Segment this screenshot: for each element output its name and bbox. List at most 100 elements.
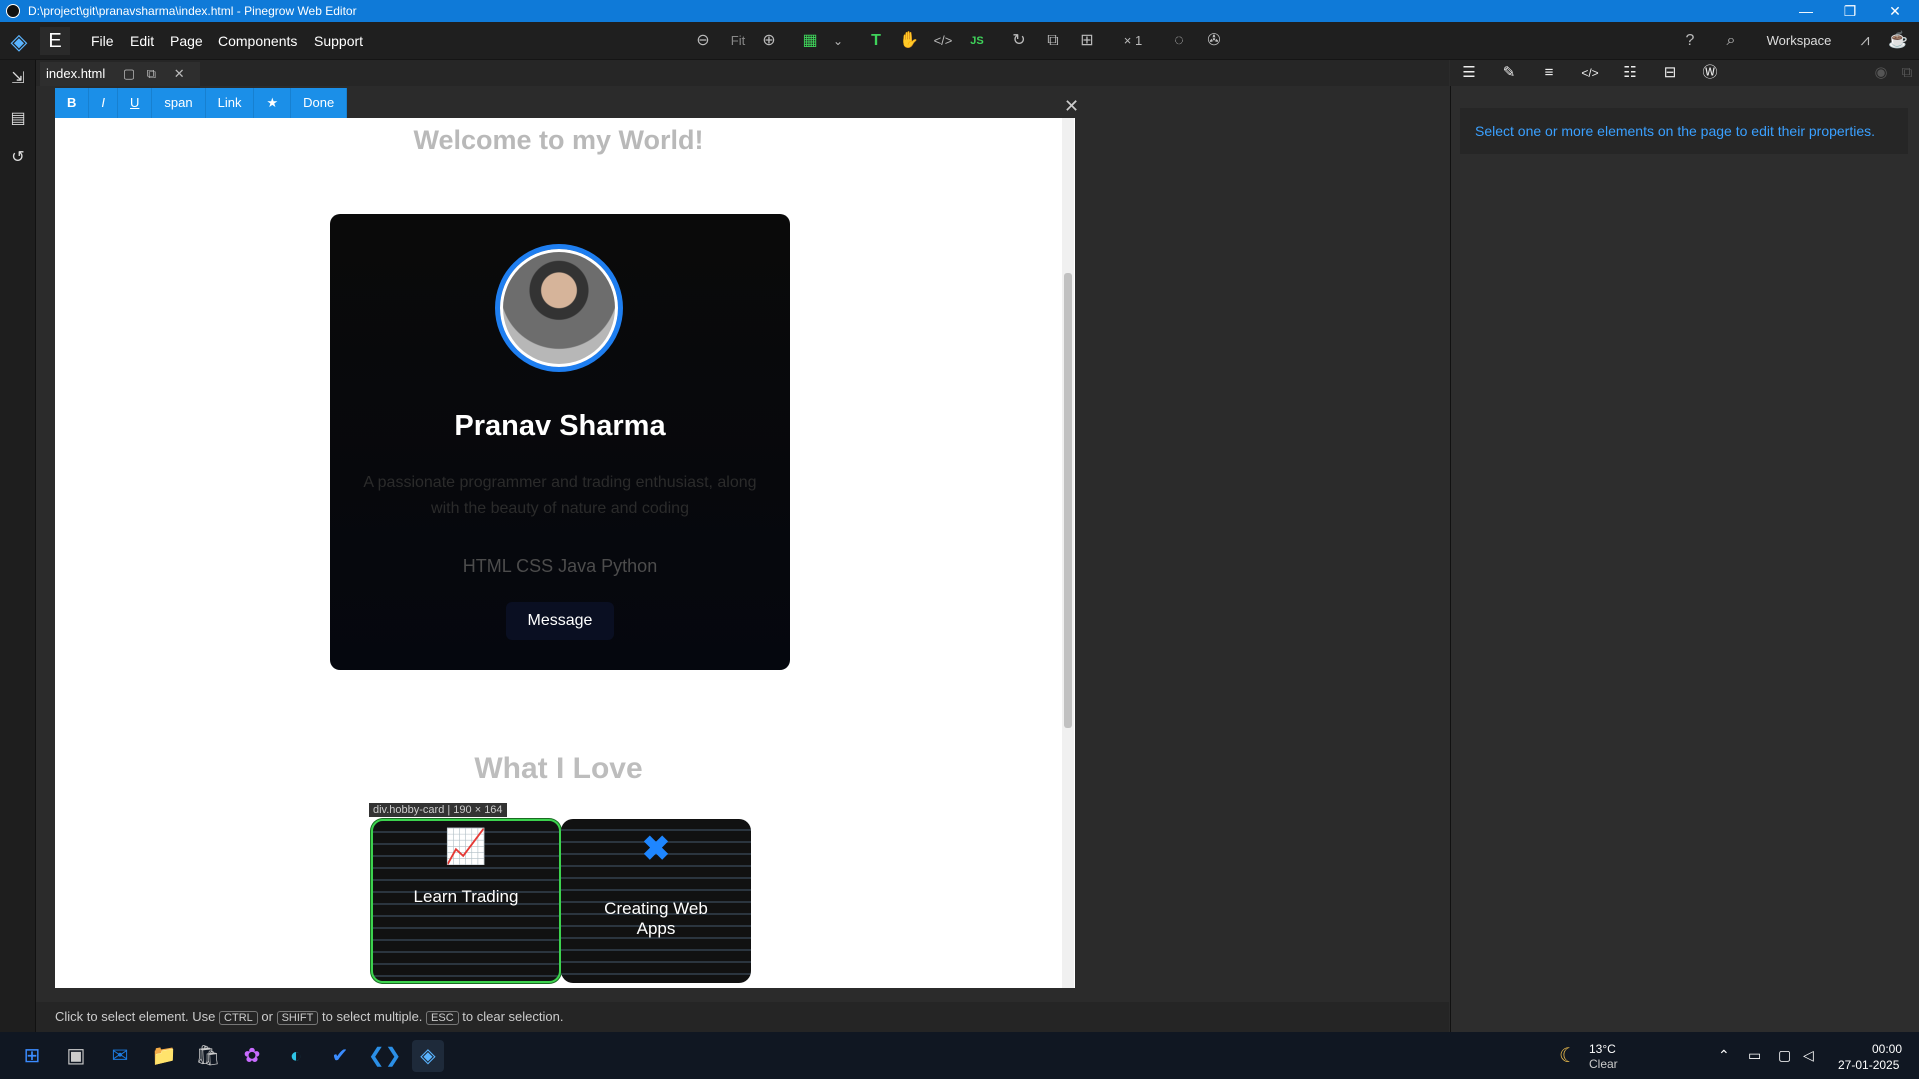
volume-icon[interactable]: ◁ [1803,1047,1814,1064]
hobby-label: Creating Web Apps [604,899,708,938]
menu-edit[interactable]: Edit [130,33,154,49]
profile-name: Pranav Sharma [454,410,666,442]
italic-button[interactable]: I [89,88,119,118]
clock-time[interactable]: 00:00 [1872,1042,1902,1056]
javascript-icon[interactable]: JS [965,30,989,52]
status-post: to clear selection. [462,1009,564,1024]
selection-badge: div.hobby-card | 190 × 164 [369,803,507,817]
pinegrow-logo-icon[interactable]: ◈ [6,29,32,55]
task-view-icon[interactable]: ▣ [60,1040,92,1072]
editor-mode-button[interactable]: E [40,27,70,55]
hand-icon[interactable]: ✋ [897,30,921,52]
window-title: D:\project\git\pranavsharma\index.html -… [28,4,357,18]
settings-wheel-icon[interactable]: ✇ [1202,30,1226,52]
visibility-icon[interactable]: ◉ [1868,62,1894,84]
profile-bio: A passionate programmer and trading enth… [363,474,757,517]
hide-icon[interactable]: ◌ [1167,30,1191,52]
refresh-icon[interactable]: ↻ [1007,30,1031,52]
copilot-icon[interactable]: ✿ [236,1040,268,1072]
single-view-icon[interactable]: ▢ [123,66,135,81]
link-button[interactable]: Link [206,88,255,118]
edge-icon[interactable]: ◐ [280,1040,312,1072]
todo-icon[interactable]: ✔ [324,1040,356,1072]
profile-card[interactable]: Pranav Sharma A passionate programmer an… [330,214,790,670]
start-icon[interactable]: ⊞ [16,1040,48,1072]
zoom-out-icon[interactable]: ⊖ [691,30,715,52]
status-mid: to select multiple. [321,1009,423,1024]
file-tab-name: index.html [46,66,106,81]
detach-icon[interactable]: ⧉ [1894,62,1919,84]
star-button[interactable]: ★ [254,88,292,118]
avatar [495,244,623,372]
welcome-heading: Welcome to my World! [413,125,704,155]
done-button[interactable]: Done [291,88,348,118]
close-window-button[interactable]: ✕ [1875,0,1915,22]
responsive-icon[interactable]: ⊞ [1075,30,1099,52]
weather-temp: 13°C [1589,1042,1616,1056]
layout-grid-icon[interactable]: ▦ [798,30,822,52]
tools-icon: ✖ [641,830,671,868]
store-icon[interactable]: 🛍 [192,1040,224,1072]
menu-file[interactable]: File [91,33,114,49]
outlook-icon[interactable]: ✉ [104,1040,136,1072]
title-bar: D:\project\git\pranavsharma\index.html -… [0,0,1919,22]
keyboard-icon[interactable]: ▭ [1748,1047,1761,1064]
status-or: or [261,1009,273,1024]
menu-page[interactable]: Page [170,33,203,49]
message-button[interactable]: Message [506,602,614,640]
rich-text-toolbar: B I U span Link ★ Done [55,88,348,118]
weather-condition: Clear [1589,1057,1618,1071]
canvas-scrollbar[interactable] [1062,118,1074,988]
hobby-card[interactable]: ✖ Creating Web Apps [561,819,751,983]
bold-button[interactable]: B [55,88,90,118]
code-icon[interactable]: </> [931,30,955,52]
help-icon[interactable]: ? [1678,30,1702,52]
shift-key: SHIFT [276,1011,319,1025]
text-edit-icon[interactable]: T [864,30,888,52]
minimize-button[interactable]: — [1786,0,1826,22]
preview-icon[interactable]: ⧉ [1041,30,1065,52]
open-file-icon[interactable]: ⇲ [6,67,30,91]
file-tab[interactable]: index.html ▢ ⧉ ✕ [40,62,200,86]
zoom-multiplier[interactable]: × 1 [1118,30,1148,52]
app-icon [6,4,20,18]
search-icon[interactable]: ⌕ [1719,30,1743,52]
zoom-in-icon[interactable]: ⊕ [757,30,781,52]
wordpress-icon[interactable]: Ⓦ [1697,62,1723,84]
scroll-thumb[interactable] [1064,273,1072,728]
restore-button[interactable]: ❐ [1830,0,1870,22]
zoom-fit-button[interactable]: Fit [726,30,750,52]
cup-icon[interactable]: ☕ [1886,30,1910,52]
chevron-down-icon[interactable]: ⌄ [826,30,850,52]
weather-moon-icon: ☾ [1559,1045,1577,1067]
section-title: What I Love [474,752,643,785]
undo-history-icon[interactable]: ↺ [6,146,30,170]
vscode-icon[interactable]: ❮❯ [368,1040,402,1072]
close-tab-icon[interactable]: ✕ [174,66,185,81]
pinegrow-taskbar-icon[interactable]: ◈ [412,1040,444,1072]
library-panel-icon[interactable]: ⊟ [1657,62,1683,84]
new-window-icon[interactable]: ⧉ [147,66,156,81]
hobby-card[interactable]: 📈 Learn Trading [371,819,561,983]
underline-button[interactable]: U [118,88,153,118]
status-bar: Click to select element. Use CTRL or SHI… [36,1002,1449,1032]
span-button[interactable]: span [152,88,206,118]
tree-icon[interactable]: ☷ [1617,62,1643,84]
close-canvas-icon[interactable]: ✕ [1064,96,1079,117]
tray-chevron-up-icon[interactable]: ⌃ [1718,1047,1730,1064]
network-icon[interactable]: ▢ [1778,1047,1791,1064]
properties-icon[interactable]: ☰ [1456,62,1482,84]
chart-line-icon: 📈 [444,828,488,866]
menu-components[interactable]: Components [218,33,297,49]
actions-icon[interactable]: ≡ [1536,62,1562,84]
menu-support[interactable]: Support [314,33,363,49]
library-icon[interactable]: ▤ [6,107,30,131]
tab-bar [36,60,1449,86]
code-view-icon[interactable]: </> [1577,62,1603,84]
style-brush-icon[interactable]: ✎ [1496,62,1522,84]
ctrl-key: CTRL [219,1011,258,1025]
clock-date[interactable]: 27-01-2025 [1838,1058,1899,1072]
workspace-button[interactable]: Workspace [1764,30,1834,52]
file-explorer-icon[interactable]: 📁 [148,1040,180,1072]
ai-icon[interactable]: ⩘ [1853,30,1877,52]
